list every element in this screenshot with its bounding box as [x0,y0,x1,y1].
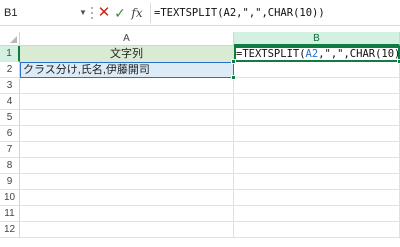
more-options-icon[interactable] [90,4,94,22]
cell-b11[interactable] [234,206,400,222]
cell-a6[interactable] [20,126,234,142]
fill-handle-a2[interactable] [231,75,236,80]
cell-a1[interactable]: 文字列 [20,46,234,62]
formula-prefix: =TEXTSPLIT( [236,48,306,60]
enter-icon[interactable]: ✓ [113,3,127,23]
row-header[interactable]: 12 [0,222,20,238]
row-header[interactable]: 7 [0,142,20,158]
cell-a4[interactable] [20,94,234,110]
formula-reference: A2 [305,48,319,60]
row-header[interactable]: 8 [0,158,20,174]
cell-b6[interactable] [234,126,400,142]
cell-b7[interactable] [234,142,400,158]
row-header[interactable]: 10 [0,190,20,206]
formula-bar-divider [150,3,151,23]
cancel-icon[interactable]: ✕ [97,3,111,23]
cell-a12[interactable] [20,222,234,238]
cell-a3[interactable] [20,78,234,94]
column-header-b[interactable]: B [234,32,400,46]
name-box[interactable]: B1 [0,3,76,23]
row-header[interactable]: 1 [0,46,20,62]
cell-b3[interactable] [234,78,400,94]
worksheet-grid: A B 文字列 =TEXTSPLIT(A2,",",CHAR(10)) クラス分… [0,32,400,247]
cell-a9[interactable] [20,174,234,190]
cell-b1[interactable]: =TEXTSPLIT(A2,",",CHAR(10)) [234,46,400,62]
cell-b9[interactable] [234,174,400,190]
select-all-button[interactable] [0,32,20,46]
chevron-down-icon[interactable]: ▼ [78,3,88,23]
row-header[interactable]: 4 [0,94,20,110]
formula-bar: B1 ▼ ✕ ✓ fx =TEXTSPLIT(A2,",",CHAR(10)) [0,0,400,26]
cell-b10[interactable] [234,190,400,206]
cell-a5[interactable] [20,110,234,126]
cell-b4[interactable] [234,94,400,110]
row-header[interactable]: 9 [0,174,20,190]
cell-b8[interactable] [234,158,400,174]
row-header[interactable]: 5 [0,110,20,126]
fill-handle-a1[interactable] [231,59,236,64]
cell-a10[interactable] [20,190,234,206]
cell-a7[interactable] [20,142,234,158]
cell-b5[interactable] [234,110,400,126]
row-header[interactable]: 3 [0,78,20,94]
row-header[interactable]: 11 [0,206,20,222]
formula-suffix: ,",",CHAR(10)) [318,48,400,60]
row-header[interactable]: 6 [0,126,20,142]
row-header[interactable]: 2 [0,62,20,78]
cell-a11[interactable] [20,206,234,222]
column-header-a[interactable]: A [20,32,234,46]
cell-a8[interactable] [20,158,234,174]
formula-input[interactable]: =TEXTSPLIT(A2,",",CHAR(10)) [154,3,398,23]
insert-function-icon[interactable]: fx [129,3,145,23]
cell-a2[interactable]: クラス分け,氏名,伊藤開司 [20,62,234,78]
cell-b12[interactable] [234,222,400,238]
cell-b2[interactable] [234,62,400,78]
